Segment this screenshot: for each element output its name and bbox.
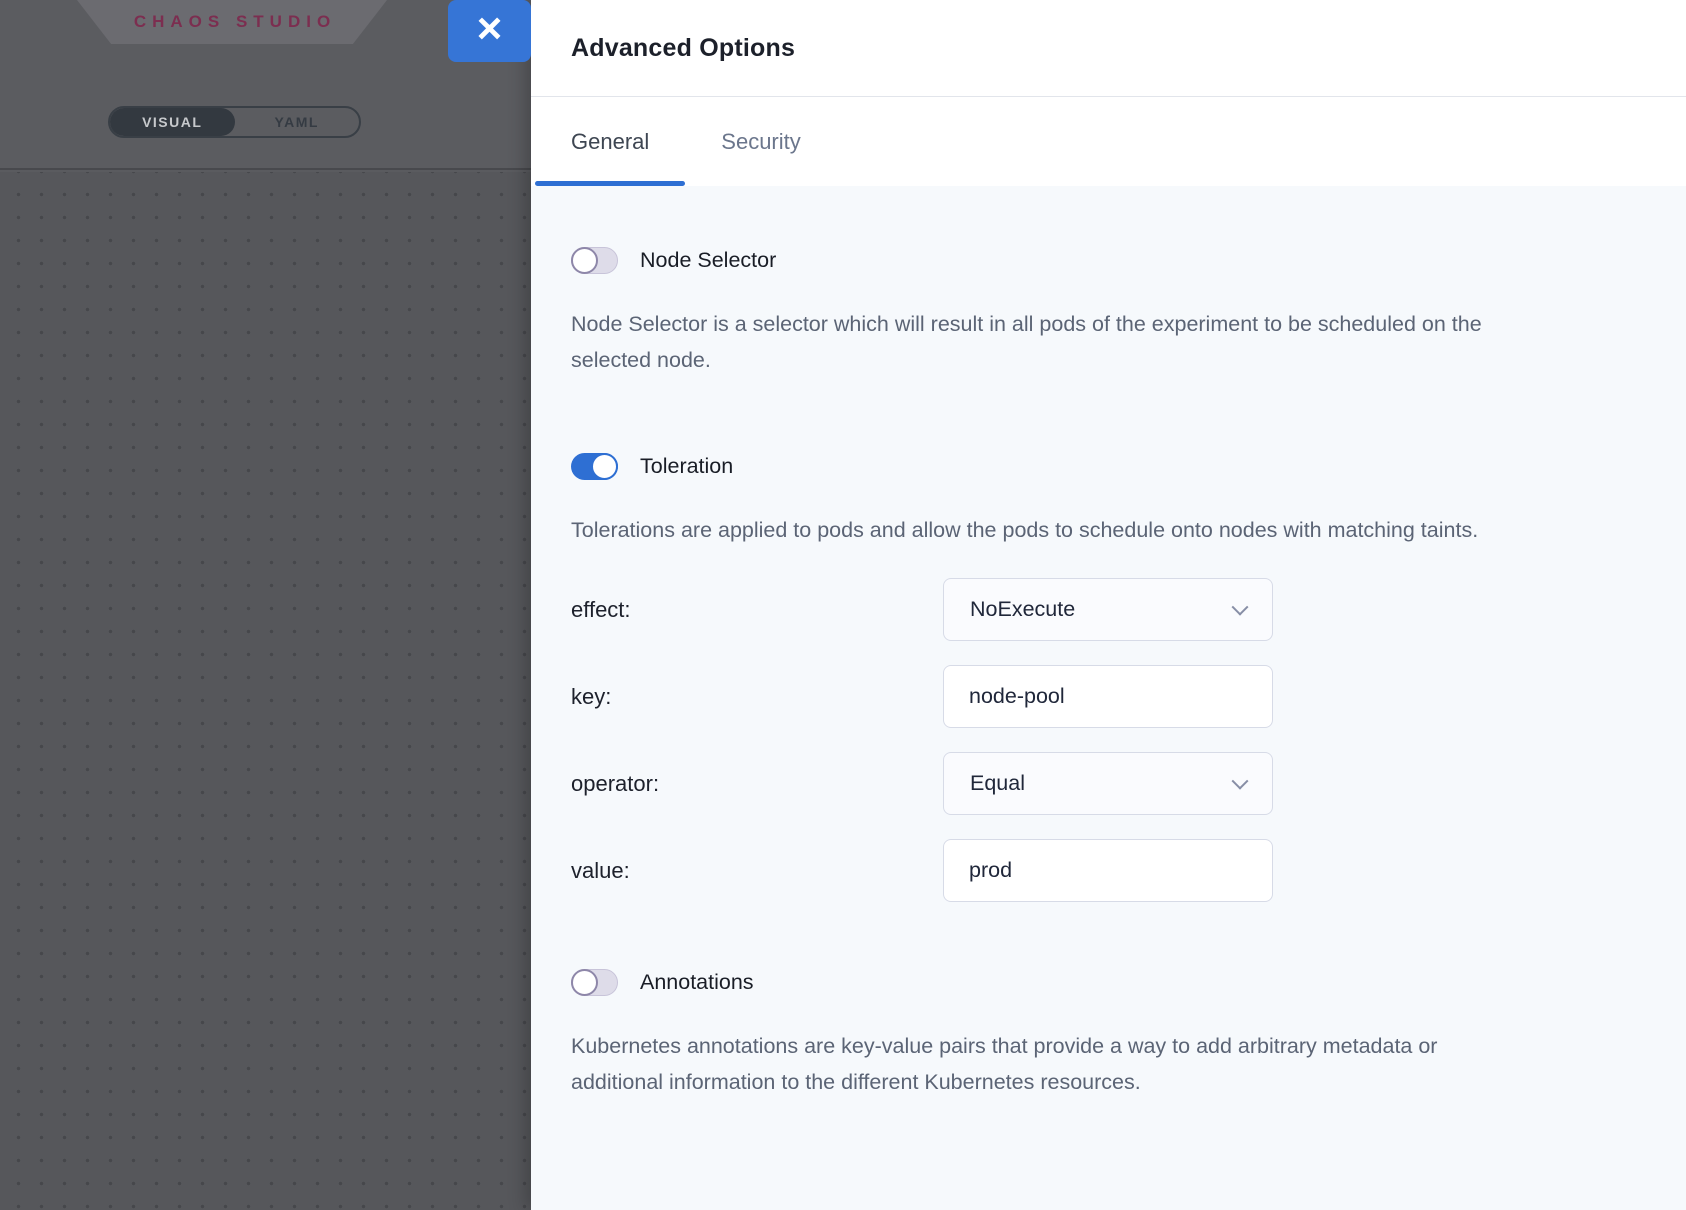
operator-field-row: operator: Equal <box>571 752 1646 815</box>
toleration-fields: effect: NoExecute key: operator: Equal <box>571 578 1646 902</box>
toleration-label: Toleration <box>640 454 733 479</box>
node-selector-description: Node Selector is a selector which will r… <box>571 306 1521 378</box>
annotations-toggle[interactable] <box>571 969 618 996</box>
key-field-row: key: <box>571 665 1646 728</box>
operator-label: operator: <box>571 771 943 797</box>
value-label: value: <box>571 858 943 884</box>
dimmed-background: CHAOS STUDIO VISUAL YAML <box>0 0 531 1210</box>
node-selector-label: Node Selector <box>640 248 776 273</box>
advanced-options-drawer: Advanced Options General Security Node S… <box>531 0 1686 1210</box>
toleration-toggle[interactable] <box>571 453 618 480</box>
key-input[interactable] <box>943 665 1273 728</box>
yaml-mode-tab[interactable]: YAML <box>235 108 360 136</box>
effect-field-row: effect: NoExecute <box>571 578 1646 641</box>
tab-security[interactable]: Security <box>685 97 836 186</box>
value-input[interactable] <box>943 839 1273 902</box>
toleration-description: Tolerations are applied to pods and allo… <box>571 512 1521 548</box>
tab-general[interactable]: General <box>535 97 685 186</box>
node-selector-section: Node Selector Node Selector is a selecto… <box>571 246 1646 378</box>
visual-mode-tab[interactable]: VISUAL <box>110 108 235 136</box>
annotations-description: Kubernetes annotations are key-value pai… <box>571 1028 1521 1100</box>
drawer-title: Advanced Options <box>571 34 795 63</box>
operator-select[interactable]: Equal <box>943 752 1273 815</box>
key-label: key: <box>571 684 943 710</box>
chevron-down-icon <box>1232 598 1249 615</box>
effect-label: effect: <box>571 597 943 623</box>
close-button[interactable]: × <box>448 0 531 62</box>
general-tab-content: Node Selector Node Selector is a selecto… <box>531 186 1686 1210</box>
annotations-section: Annotations Kubernetes annotations are k… <box>571 968 1646 1100</box>
close-icon: × <box>477 7 503 51</box>
effect-select-value: NoExecute <box>970 597 1075 622</box>
node-selector-toggle[interactable] <box>571 247 618 274</box>
drawer-header: Advanced Options <box>531 0 1686 97</box>
chevron-down-icon <box>1232 772 1249 789</box>
toggle-knob <box>591 453 618 480</box>
toggle-knob <box>571 247 598 274</box>
toleration-section: Toleration Tolerations are applied to po… <box>571 452 1646 902</box>
value-field-row: value: <box>571 839 1646 902</box>
operator-select-value: Equal <box>970 771 1025 796</box>
experiment-canvas <box>0 172 531 1210</box>
studio-banner: CHAOS STUDIO <box>77 0 387 44</box>
visual-yaml-toggle[interactable]: VISUAL YAML <box>108 106 361 138</box>
annotations-label: Annotations <box>640 970 754 995</box>
tab-bar: General Security <box>531 97 1686 186</box>
toggle-knob <box>571 969 598 996</box>
effect-select[interactable]: NoExecute <box>943 578 1273 641</box>
studio-title: CHAOS STUDIO <box>128 12 336 32</box>
